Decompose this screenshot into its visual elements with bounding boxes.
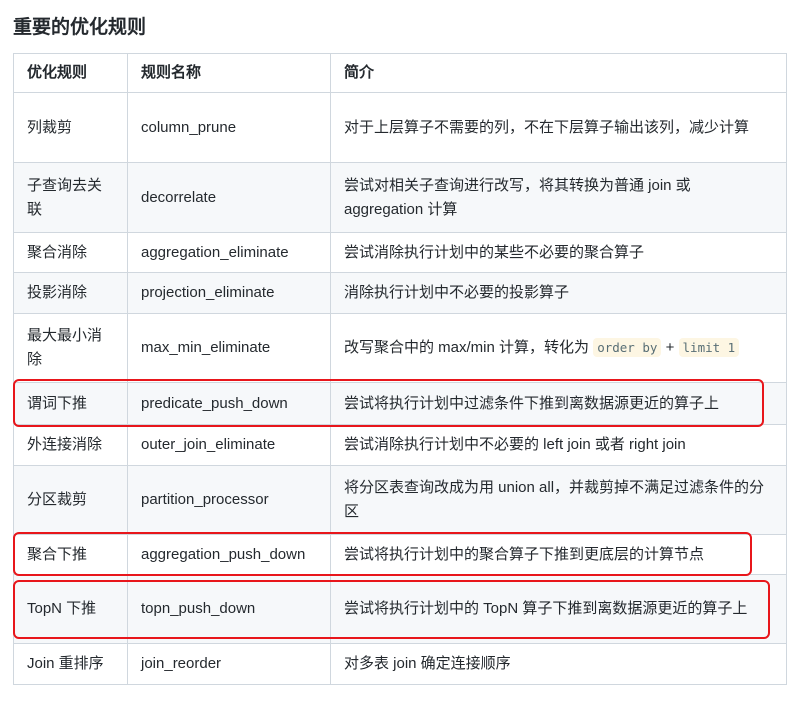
- rule-cell: 子查询去关联: [13, 162, 128, 233]
- rule-name-cell: outer_join_eliminate: [127, 424, 331, 466]
- rule-cell: 外连接消除: [13, 424, 128, 466]
- table-row: 分区裁剪 partition_processor 将分区表查询改成为用 unio…: [13, 465, 787, 535]
- table-row: Join 重排序 join_reorder 对多表 join 确定连接顺序: [13, 643, 787, 685]
- desc-text: 消除执行计划中不必要的投影算子: [344, 284, 570, 301]
- description-cell: 尝试将执行计划中的 TopN 算子下推到离数据源更近的算子上: [330, 574, 787, 644]
- table-row: 聚合消除 aggregation_eliminate 尝试消除执行计划中的某些不…: [13, 232, 787, 273]
- rule-name-cell: projection_eliminate: [127, 272, 331, 314]
- table-header-row: 优化规则 规则名称 简介: [13, 53, 787, 93]
- desc-text: 尝试消除执行计划中的某些不必要的聚合算子: [344, 243, 645, 261]
- table-row: 最大最小消除 max_min_eliminate 改写聚合中的 max/min …: [13, 313, 787, 383]
- rule-cell: Join 重排序: [13, 643, 128, 685]
- rule-cell: 谓词下推: [13, 382, 128, 425]
- table-row: 列裁剪 column_prune 对于上层算子不需要的列，不在下层算子输出该列，…: [13, 92, 787, 163]
- rule-cell: 列裁剪: [13, 92, 128, 163]
- header-name: 规则名称: [127, 53, 331, 93]
- desc-text: 尝试将执行计划中过滤条件下推到离数据源更近的算子上: [344, 394, 720, 412]
- table-row: 聚合下推 aggregation_push_down 尝试将执行计划中的聚合算子…: [13, 534, 787, 575]
- rule-cell: TopN 下推: [13, 574, 128, 644]
- optimization-rules-table: 优化规则 规则名称 简介 列裁剪 column_prune 对于上层算子不需要的…: [13, 53, 787, 685]
- description-cell: 将分区表查询改成为用 union all，并裁剪掉不满足过滤条件的分区: [330, 465, 787, 535]
- description-cell: 对多表 join 确定连接顺序: [330, 643, 787, 685]
- rule-name-cell: join_reorder: [127, 643, 331, 685]
- header-desc: 简介: [330, 53, 787, 93]
- desc-text: 尝试将执行计划中的 TopN 算子下推到离数据源更近的算子上: [344, 600, 748, 617]
- table-row: TopN 下推 topn_push_down 尝试将执行计划中的 TopN 算子…: [13, 574, 787, 644]
- table-row: 子查询去关联 decorrelate 尝试对相关子查询进行改写，将其转换为普通 …: [13, 162, 787, 233]
- section-title: 重要的优化规则: [13, 17, 147, 38]
- rule-name-cell: predicate_push_down: [127, 382, 331, 425]
- code-limit-1: limit 1: [678, 338, 740, 357]
- table-row: 投影消除 projection_eliminate 消除执行计划中不必要的投影算…: [13, 272, 787, 314]
- description-cell: 对于上层算子不需要的列，不在下层算子输出该列，减少计算: [330, 92, 787, 163]
- description-cell: 尝试将执行计划中过滤条件下推到离数据源更近的算子上: [330, 382, 787, 425]
- rule-name-cell: aggregation_eliminate: [127, 232, 331, 273]
- desc-text: 改写聚合中的 max/min 计算，转化为: [344, 339, 590, 356]
- rule-name-cell: aggregation_push_down: [127, 534, 331, 575]
- rule-name-cell: topn_push_down: [127, 574, 331, 644]
- description-cell: 尝试消除执行计划中的某些不必要的聚合算子: [330, 232, 787, 273]
- plus-sign: +: [665, 339, 675, 356]
- description-cell: 尝试对相关子查询进行改写，将其转换为普通 join 或 aggregation …: [330, 162, 787, 233]
- rule-name-cell: column_prune: [127, 92, 331, 163]
- rule-cell: 投影消除: [13, 272, 128, 314]
- description-cell: 尝试将执行计划中的聚合算子下推到更底层的计算节点: [330, 534, 787, 575]
- table-row: 外连接消除 outer_join_eliminate 尝试消除执行计划中不必要的…: [13, 424, 787, 466]
- description-cell: 消除执行计划中不必要的投影算子: [330, 272, 787, 314]
- desc-text: 尝试消除执行计划中不必要的 left join 或者 right join: [344, 436, 686, 453]
- code-order-by: order by: [593, 338, 662, 357]
- rule-cell: 最大最小消除: [13, 313, 128, 383]
- rule-cell: 聚合下推: [13, 534, 128, 575]
- table-row: 谓词下推 predicate_push_down 尝试将执行计划中过滤条件下推到…: [13, 382, 787, 425]
- description-cell: 尝试消除执行计划中不必要的 left join 或者 right join: [330, 424, 787, 466]
- desc-text: 将分区表查询改成为用 union all，并裁剪掉不满足过滤条件的分区: [344, 479, 765, 520]
- rule-name-cell: max_min_eliminate: [127, 313, 331, 383]
- rule-cell: 分区裁剪: [13, 465, 128, 535]
- desc-text: 对于上层算子不需要的列，不在下层算子输出该列，减少计算: [344, 118, 750, 136]
- desc-text: 尝试将执行计划中的聚合算子下推到更底层的计算节点: [344, 545, 705, 563]
- desc-text: 尝试对相关子查询进行改写，将其转换为普通 join 或 aggregation …: [344, 176, 691, 218]
- description-cell: 改写聚合中的 max/min 计算，转化为 order by + limit 1: [330, 313, 787, 383]
- rule-name-cell: decorrelate: [127, 162, 331, 233]
- header-rule: 优化规则: [13, 53, 128, 93]
- rule-cell: 聚合消除: [13, 232, 128, 273]
- rule-name-cell: partition_processor: [127, 465, 331, 535]
- desc-text: 对多表 join 确定连接顺序: [344, 655, 511, 672]
